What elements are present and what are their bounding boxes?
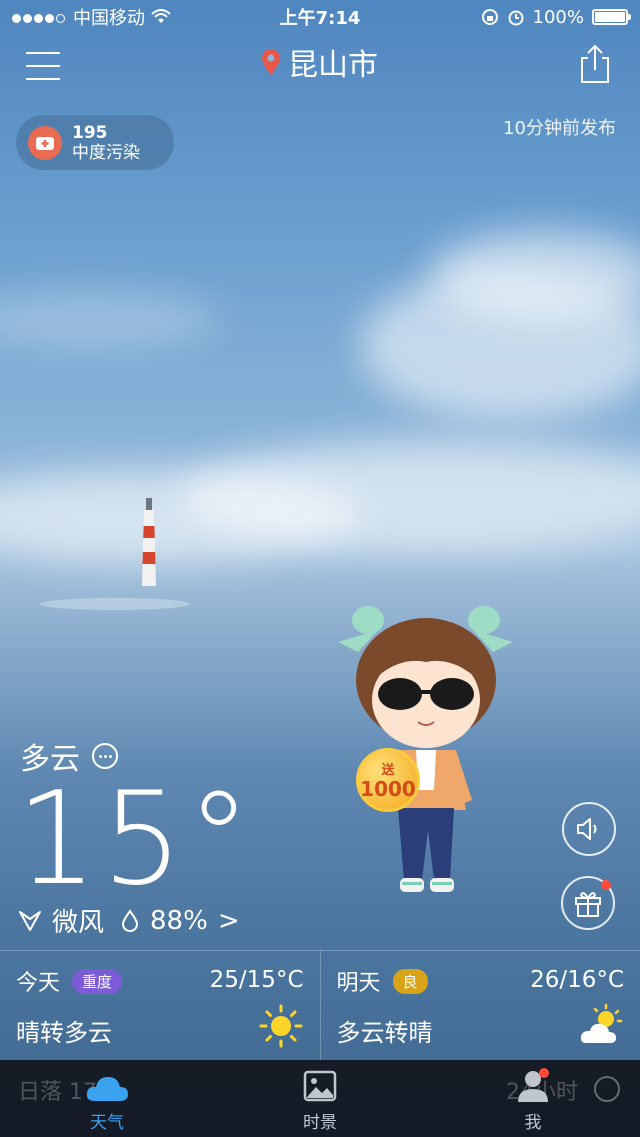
forecast-aqi-badge: 重度	[72, 968, 123, 994]
location-selector[interactable]: 昆山市	[0, 40, 640, 84]
forecast-desc: 多云转晴	[336, 1019, 433, 1047]
carrier-label: 中国移动	[73, 8, 145, 29]
tab-me[interactable]: 我	[483, 1066, 583, 1133]
photo-icon	[303, 1070, 337, 1102]
humidity-drop-icon	[122, 908, 139, 932]
signal-icon	[12, 7, 67, 28]
status-bar: 中国移动 上午7:14 100%	[0, 0, 640, 34]
forecast-aqi-badge: 良	[392, 968, 428, 994]
aqi-badge[interactable]: 195 中度污染	[16, 115, 174, 170]
island-shadow	[40, 598, 190, 610]
forecast-temp-range: 26/16°C	[530, 967, 624, 993]
tab-label: 时景	[303, 1113, 337, 1133]
wind-direction-icon	[19, 910, 41, 931]
forecast-panel: 今天 重度 25/15°C 晴转多云 明天 良 26/16°C 多云转晴	[0, 950, 640, 1060]
wifi-icon	[151, 9, 171, 23]
coin-value: 1000	[360, 777, 416, 801]
expand-chevron-icon[interactable]	[594, 1076, 620, 1102]
aqi-value: 195	[72, 122, 108, 143]
aqi-cross-icon	[28, 125, 62, 160]
gift-button[interactable]	[561, 876, 615, 930]
battery-percent: 100%	[532, 6, 584, 28]
wind-text: 微风	[52, 908, 105, 938]
alarm-icon	[508, 10, 524, 26]
forecast-temp-range: 25/15°C	[209, 967, 304, 993]
forecast-day-label: 明天	[336, 971, 381, 996]
tab-weather[interactable]: 天气	[57, 1066, 157, 1133]
tab-label: 我	[524, 1113, 542, 1133]
chevron-right-icon: >	[217, 905, 240, 936]
gift-notification-dot	[601, 880, 611, 890]
tab-scenery[interactable]: 时景	[270, 1066, 370, 1133]
tab-label: 天气	[90, 1113, 124, 1133]
coin-reward-button[interactable]: 送 1000	[356, 748, 420, 812]
forecast-day-label: 今天	[16, 971, 61, 996]
gift-icon	[575, 892, 601, 917]
cloud-sun-icon	[580, 1003, 623, 1043]
tab-bar: 日落 17 24小时 天气 时景 我	[0, 1060, 640, 1137]
current-temperature: 15°	[16, 765, 255, 914]
rotation-lock-icon	[481, 9, 498, 25]
publish-time: 10分钟前发布	[503, 118, 616, 139]
location-pin-icon	[262, 49, 280, 75]
sun-icon	[259, 1004, 302, 1048]
share-icon	[581, 44, 609, 83]
battery-icon	[592, 9, 631, 25]
forecast-desc: 晴转多云	[16, 1019, 112, 1047]
forecast-today[interactable]: 今天 重度 25/15°C 晴转多云	[0, 951, 320, 1060]
sound-button[interactable]	[562, 802, 616, 856]
humidity-text: 88%	[150, 905, 208, 936]
wind-humidity-row[interactable]: 微风 88% >	[18, 902, 240, 939]
tab-notification-dot	[539, 1068, 549, 1078]
cloud-icon	[86, 1077, 128, 1101]
mascot-character[interactable]	[338, 600, 513, 900]
share-button[interactable]	[578, 44, 612, 84]
lighthouse-image	[142, 498, 156, 586]
aqi-level: 中度污染	[72, 142, 140, 163]
forecast-tomorrow[interactable]: 明天 良 26/16°C 多云转晴	[319, 951, 640, 1060]
speaker-icon	[577, 818, 597, 840]
city-name: 昆山市	[288, 48, 378, 83]
top-bar: 昆山市	[0, 36, 640, 96]
